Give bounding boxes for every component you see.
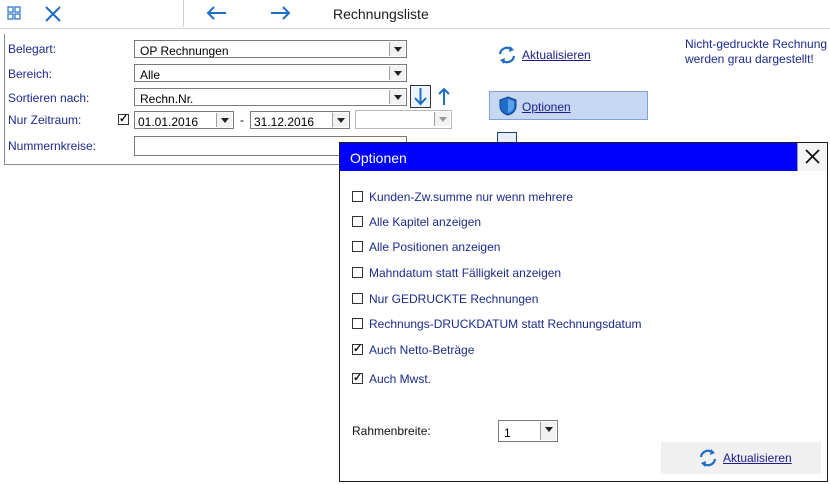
- dialog-title: Optionen: [350, 150, 407, 166]
- close-icon: [805, 149, 820, 164]
- sort-ascending-button[interactable]: [436, 86, 452, 107]
- option-label: Mahndatum statt Fälligkeit anzeigen: [369, 266, 562, 280]
- date-from-value: 01.01.2016: [138, 115, 199, 129]
- hint-text: Nicht-gedruckte Rechnung werden grau dar…: [685, 37, 827, 67]
- belegart-label: Belegart:: [8, 42, 57, 56]
- date-separator: -: [240, 113, 244, 127]
- date-to-value: 31.12.2016: [254, 115, 315, 129]
- option-checkbox[interactable]: [352, 216, 363, 227]
- dialog-titlebar: Optionen: [340, 143, 827, 171]
- options-button-label: Optionen: [522, 100, 571, 114]
- nummernkreise-label: Nummernkreise:: [8, 139, 97, 153]
- option-label: Alle Kapitel anzeigen: [369, 215, 482, 229]
- option-checkbox[interactable]: [352, 293, 363, 304]
- hint-line-1: Nicht-gedruckte Rechnung: [685, 37, 828, 51]
- bereich-select[interactable]: Alle: [134, 64, 407, 82]
- option-label: Nur GEDRUCKTE Rechnungen: [369, 292, 539, 306]
- belegart-value: OP Rechnungen: [140, 44, 229, 58]
- shield-icon: [498, 96, 518, 116]
- rahmenbreite-select[interactable]: 1: [498, 420, 558, 442]
- dialog-refresh-label: Aktualisieren: [723, 451, 792, 465]
- close-icon[interactable]: [44, 5, 62, 23]
- chevron-down-icon[interactable]: [216, 113, 232, 127]
- option-checkbox[interactable]: [352, 267, 363, 278]
- zeitraum-label: Nur Zeitraum:: [8, 113, 82, 127]
- chevron-down-icon[interactable]: [332, 113, 348, 127]
- refresh-icon: [697, 448, 719, 468]
- refresh-link[interactable]: Aktualisieren: [522, 48, 591, 62]
- window-title: Rechnungsliste: [333, 6, 429, 22]
- rahmenbreite-label: Rahmenbreite:: [352, 424, 431, 438]
- chevron-down-icon[interactable]: [434, 112, 450, 126]
- chevron-down-icon[interactable]: [389, 66, 405, 80]
- options-dialog: Optionen Kunden-Zw.summe nur wenn mehrer…: [339, 142, 828, 482]
- sortieren-select[interactable]: Rechn.Nr.: [134, 88, 407, 106]
- hint-line-2: werden grau dargestellt!: [685, 52, 814, 66]
- option-checkbox[interactable]: [352, 371, 363, 384]
- bereich-value: Alle: [140, 68, 161, 82]
- sort-descending-button[interactable]: [410, 85, 431, 108]
- option-label: Rechnungs-DRUCKDATUM statt Rechnungsdatu…: [369, 317, 642, 331]
- sortieren-label: Sortieren nach:: [8, 91, 90, 105]
- option-checkbox[interactable]: [352, 342, 363, 355]
- toolbar: Rechnungsliste: [0, 0, 830, 29]
- panel-bottom-border: [4, 164, 340, 165]
- option-checkbox[interactable]: [352, 241, 363, 252]
- panel-left-border: [4, 34, 5, 164]
- refresh-icon[interactable]: [496, 45, 518, 65]
- chevron-down-icon[interactable]: [389, 42, 405, 56]
- option-label: Alle Positionen anzeigen: [369, 240, 501, 254]
- option-checkbox[interactable]: [352, 191, 363, 202]
- chevron-down-icon[interactable]: [389, 90, 405, 104]
- option-label: Kunden-Zw.summe nur wenn mehrere: [369, 190, 574, 204]
- arrow-up-icon: [438, 87, 450, 105]
- zeitraum-preset-select[interactable]: [355, 110, 452, 129]
- dialog-close-button[interactable]: [797, 143, 827, 171]
- toolbar-separator: [183, 0, 184, 27]
- options-button[interactable]: Optionen: [489, 91, 648, 120]
- arrow-left-icon[interactable]: [205, 5, 227, 21]
- grid-icon[interactable]: [7, 6, 21, 20]
- rahmenbreite-value: 1: [504, 426, 511, 440]
- zeitraum-checkbox[interactable]: [118, 112, 129, 125]
- chevron-down-icon[interactable]: [540, 422, 556, 440]
- date-from-picker[interactable]: 01.01.2016: [134, 111, 234, 129]
- option-label: Auch Netto-Beträge: [369, 343, 475, 357]
- arrow-right-icon[interactable]: [270, 5, 292, 21]
- bereich-label: Bereich:: [8, 67, 53, 81]
- belegart-select[interactable]: OP Rechnungen: [134, 40, 407, 58]
- option-checkbox[interactable]: [352, 318, 363, 329]
- date-to-picker[interactable]: 31.12.2016: [250, 111, 350, 129]
- option-label: Auch Mwst.: [369, 372, 432, 386]
- dialog-refresh-button[interactable]: Aktualisieren: [661, 442, 821, 474]
- arrow-down-icon: [414, 88, 427, 106]
- sortieren-value: Rechn.Nr.: [140, 92, 194, 106]
